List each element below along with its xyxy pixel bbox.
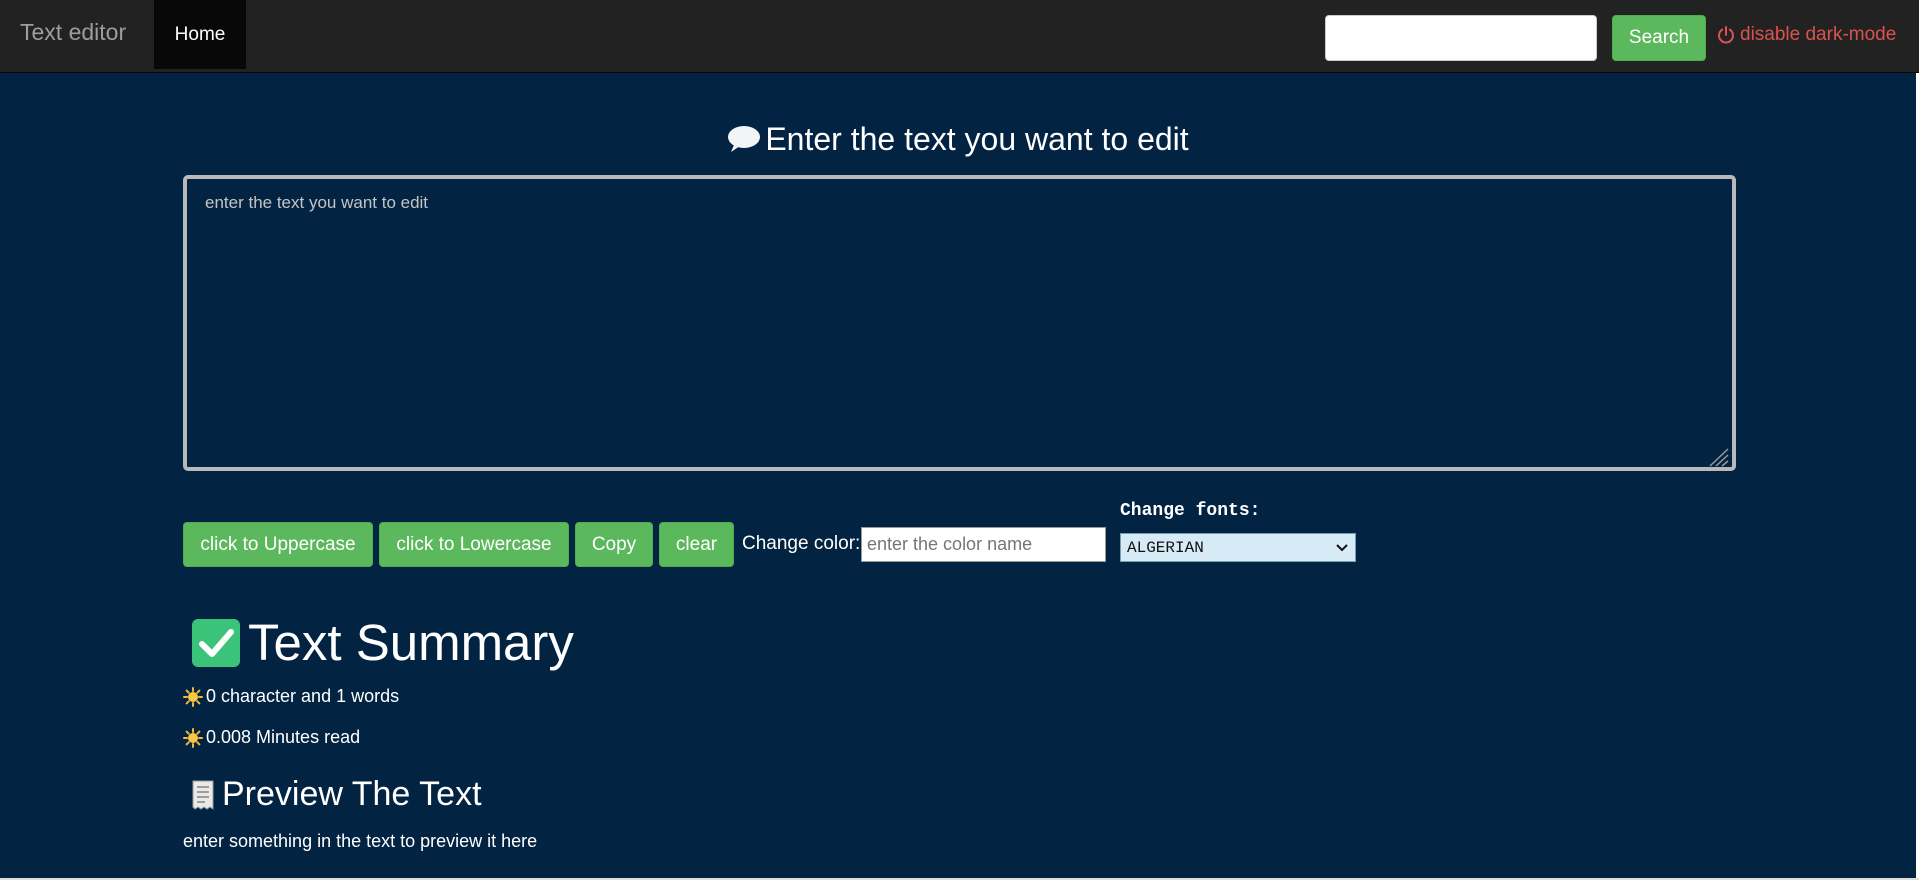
editor-heading-text: Enter the text you want to edit xyxy=(765,121,1189,157)
change-color-label: Change color: xyxy=(742,533,861,554)
receipt-icon xyxy=(192,780,214,810)
power-icon xyxy=(1718,26,1734,44)
editor-heading: Enter the text you want to edit xyxy=(0,121,1916,158)
char-word-count-text: 0 character and 1 words xyxy=(206,686,400,706)
sun-icon xyxy=(183,686,203,707)
font-select[interactable]: ALGERIAN xyxy=(1120,533,1356,562)
preview-text: enter something in the text to preview i… xyxy=(183,831,538,851)
sun-icon xyxy=(183,727,203,748)
brand-link[interactable]: Text editor xyxy=(20,19,126,46)
color-name-input[interactable] xyxy=(861,527,1106,562)
resize-grip-icon[interactable] xyxy=(1705,445,1729,467)
speech-bubble-icon xyxy=(728,126,761,152)
check-box-icon xyxy=(192,618,240,667)
clear-button[interactable]: clear xyxy=(659,522,734,567)
minutes-read-text: 0.008 Minutes read xyxy=(206,727,361,747)
disable-darkmode-link[interactable]: disable dark-mode xyxy=(1716,24,1896,46)
search-input[interactable] xyxy=(1325,15,1597,61)
search-button[interactable]: Search xyxy=(1612,15,1706,61)
nav-home-tab[interactable]: Home xyxy=(154,0,246,69)
preview-heading-text: Preview The Text xyxy=(222,775,482,813)
lowercase-button[interactable]: click to Lowercase xyxy=(379,522,569,567)
summary-heading: Text Summary xyxy=(192,613,574,672)
font-select-value: ALGERIAN xyxy=(1127,538,1204,557)
chevron-down-icon xyxy=(1336,543,1348,551)
summary-heading-text: Text Summary xyxy=(248,614,574,671)
minutes-read: 0.008 Minutes read xyxy=(183,727,360,748)
copy-button[interactable]: Copy xyxy=(575,522,653,567)
change-fonts-label: Change fonts: xyxy=(1120,501,1261,521)
app-root: Text editor Home Search disable dark-mod… xyxy=(0,0,1919,880)
preview-heading: Preview The Text xyxy=(190,775,482,814)
disable-darkmode-label: disable dark-mode xyxy=(1740,24,1897,45)
navbar: Text editor Home Search disable dark-mod… xyxy=(0,0,1919,73)
char-word-count: 0 character and 1 words xyxy=(183,686,399,707)
uppercase-button[interactable]: click to Uppercase xyxy=(183,522,373,567)
text-input-area[interactable] xyxy=(183,175,1736,471)
